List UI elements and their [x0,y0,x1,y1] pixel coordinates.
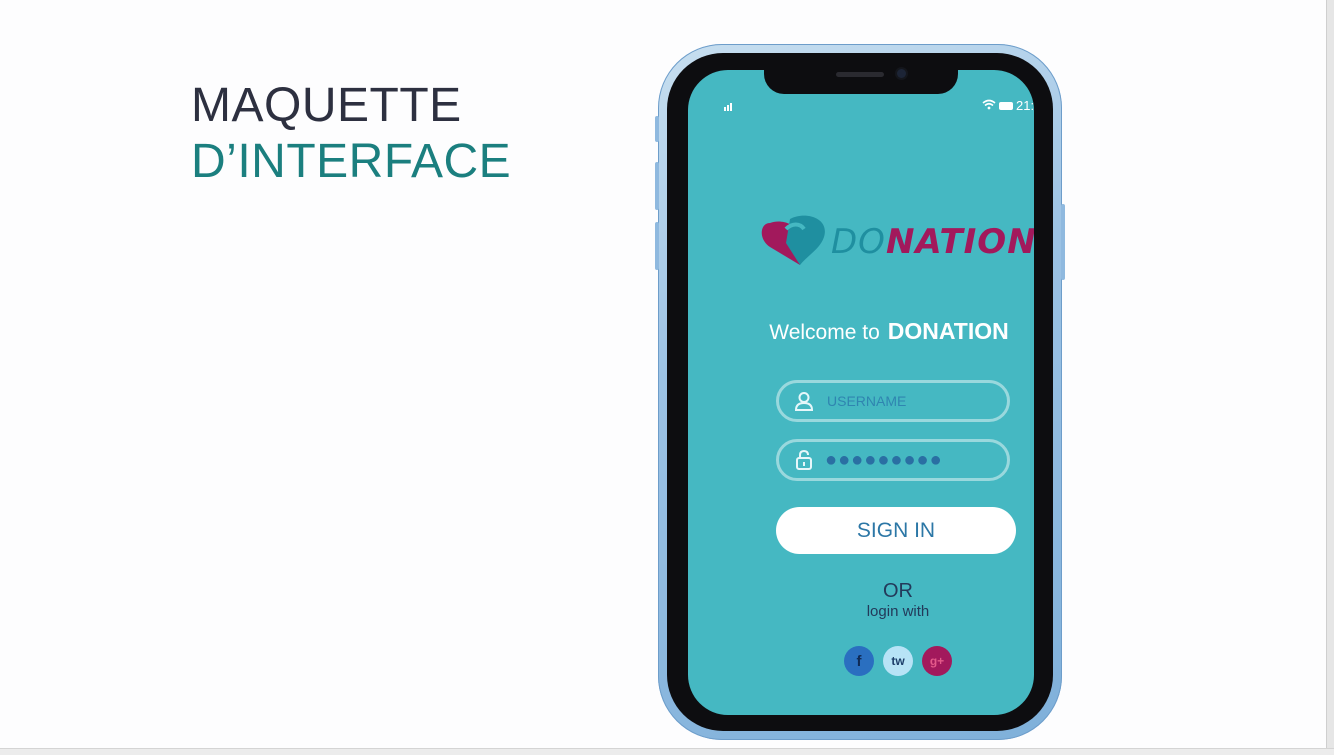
welcome-text: Welcome to DONATION [688,318,1034,345]
scrollbar-edge [1326,0,1334,754]
logo-part-2: NATION [885,222,1034,262]
google-plus-icon[interactable]: g+ [922,646,952,676]
password-field[interactable]: ●●●●●●●●● [776,439,1010,481]
title-line-1: MAQUETTE [191,79,462,132]
front-camera [897,69,906,78]
social-login-group: f tw g+ [844,646,952,676]
user-icon [793,390,815,412]
phone-volume-down [655,222,659,270]
title-line-2: D’INTERFACE [191,135,512,188]
phone-mute-switch [655,116,659,142]
username-field[interactable] [776,380,1010,422]
phone-power-button [1061,204,1065,280]
sign-in-button[interactable]: SIGN IN [776,507,1016,554]
battery-icon [999,101,1013,110]
welcome-prefix: Welcome to [769,321,880,344]
phone-mockup: 21:5 DONATION Welcome to DONATION [655,44,1065,740]
status-bar-right: 21:5 [982,98,1034,113]
login-with-label: login with [866,603,930,620]
welcome-brand: DONATION [887,318,1009,344]
signal-icon [724,100,734,114]
or-separator: OR [883,580,913,602]
status-time: 21:5 [1016,98,1034,113]
logo-wordmark: DONATION [831,222,1034,262]
facebook-icon[interactable]: f [844,646,874,676]
password-input[interactable]: ●●●●●●●●● [825,450,943,470]
slide-title: MAQUETTE D’INTERFACE [191,78,511,190]
logo-part-1: DO [831,222,886,262]
twitter-icon[interactable]: tw [883,646,913,676]
phone-screen: 21:5 DONATION Welcome to DONATION [688,70,1034,715]
username-input[interactable] [825,392,999,410]
wifi-icon [982,98,996,113]
speaker-grille [836,72,884,77]
phone-volume-up [655,162,659,210]
lock-icon [793,449,815,471]
